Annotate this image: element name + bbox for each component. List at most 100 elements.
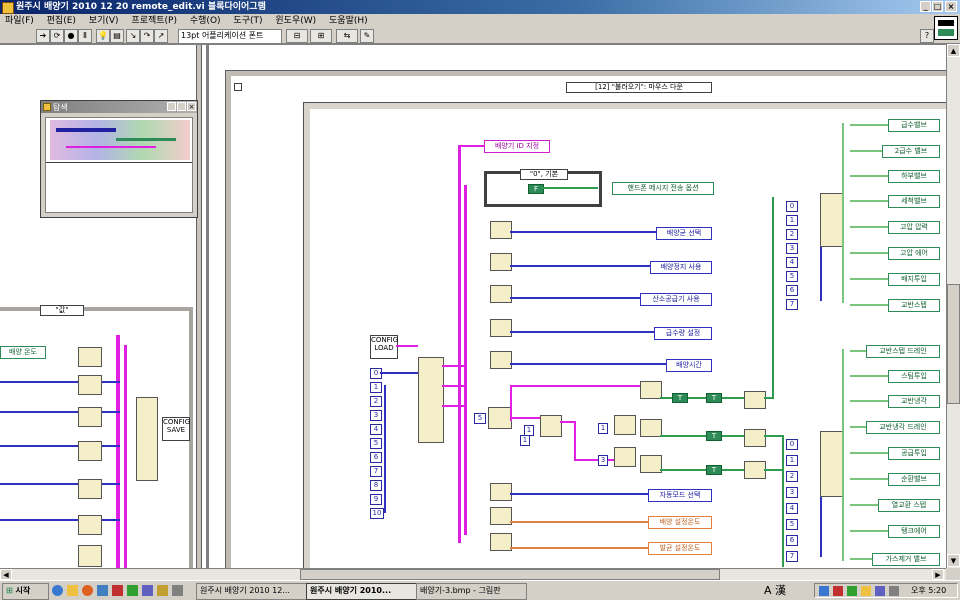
nav-close-icon[interactable]: × — [187, 102, 196, 111]
reorder-icon[interactable]: ⇆ — [336, 29, 358, 43]
abort-icon[interactable]: ● — [64, 29, 78, 43]
close-button[interactable]: × — [945, 1, 957, 12]
output-indicator[interactable]: 고압 압력 — [888, 221, 940, 234]
task-paint[interactable]: 배양기-3.bmp - 그림판 — [416, 583, 527, 600]
quicklaunch-app3-icon[interactable] — [142, 585, 153, 596]
index-constant[interactable]: 5 — [474, 413, 486, 424]
unbundle-node[interactable] — [418, 357, 444, 443]
scroll-up-icon[interactable]: ▲ — [947, 44, 960, 57]
task-blockdiagram[interactable]: 원주시 배양기 2010... — [306, 583, 417, 600]
pause-icon[interactable]: Ⅱ — [78, 29, 92, 43]
build-array-node[interactable] — [136, 397, 158, 481]
select-node[interactable] — [490, 533, 512, 551]
bool-constant[interactable]: T — [672, 393, 688, 403]
bool-constant[interactable]: T — [706, 465, 722, 475]
scroll-thumb[interactable] — [947, 284, 960, 404]
output-indicator[interactable]: 급수밸브 — [888, 119, 940, 132]
nav-max-icon[interactable] — [177, 102, 186, 111]
window-titlebar[interactable]: 원주시 배양기 2010 12 20 remote_edit.vi 블록다이어그… — [0, 0, 960, 14]
bundle-node[interactable] — [78, 441, 102, 461]
align-icon[interactable]: ⊟ — [286, 29, 308, 43]
index-constant[interactable]: 3 — [598, 455, 608, 466]
growth-temp-indicator[interactable]: 발균 설정온도 — [648, 542, 712, 555]
run-arrow-icon[interactable]: ➔ — [36, 29, 50, 43]
output-indicator[interactable]: 하부밸브 — [888, 170, 940, 183]
output-indicator[interactable]: 배지투입 — [888, 273, 940, 286]
quicklaunch-app4-icon[interactable] — [157, 585, 168, 596]
index-constant[interactable]: 1 — [598, 423, 608, 434]
bundle-node[interactable] — [78, 347, 102, 367]
select-node[interactable] — [490, 351, 512, 369]
menu-project[interactable]: 프로젝트(P) — [126, 14, 182, 28]
maximize-button[interactable]: □ — [932, 1, 943, 12]
bundle-node[interactable] — [78, 375, 102, 395]
index-constant[interactable]: 10 — [370, 508, 384, 519]
nav-min-icon[interactable] — [167, 102, 176, 111]
culture-temp-indicator[interactable]: 배양 설정온도 — [648, 516, 712, 529]
index-constant[interactable]: 5 — [370, 438, 382, 449]
config-save-subvi[interactable]: CONFIG SAVE — [162, 417, 190, 441]
index-constant[interactable]: 6 — [370, 452, 382, 463]
output-indicator[interactable]: 스팀투입 — [888, 370, 940, 383]
scroll-right-icon[interactable]: ▶ — [932, 569, 944, 580]
task-frontpanel[interactable]: 원주시 배양기 2010 12... — [196, 583, 307, 600]
bundle-node[interactable] — [78, 515, 102, 535]
tray-icon[interactable] — [889, 586, 899, 596]
build-array-node[interactable] — [744, 429, 766, 447]
index-constant[interactable]: 1 — [370, 382, 382, 393]
menu-help[interactable]: 도움말(H) — [324, 14, 373, 28]
index-constant[interactable]: 3 — [370, 410, 382, 421]
menu-tools[interactable]: 도구(T) — [228, 14, 267, 28]
menu-window[interactable]: 윈도우(W) — [270, 14, 321, 28]
ime-indicator[interactable]: A 漢 — [764, 583, 808, 598]
feed-select-indicator[interactable]: 배양균 선택 — [656, 227, 712, 240]
distribute-icon[interactable]: ⊞ — [310, 29, 332, 43]
event-selector[interactable]: [12] "불러오기": 마우스 다운 — [566, 82, 712, 93]
compare-node[interactable] — [540, 415, 562, 437]
quicklaunch-explorer-icon[interactable] — [67, 585, 78, 596]
tray-icon[interactable] — [875, 586, 885, 596]
run-continuous-icon[interactable]: ⟳ — [50, 29, 64, 43]
output-indicator[interactable]: 교반냉각 — [888, 395, 940, 408]
compare-node[interactable] — [614, 447, 636, 467]
auto-select-indicator[interactable]: 자동모드 선택 — [648, 489, 712, 502]
bool-constant[interactable]: T — [706, 393, 722, 403]
output-indicator[interactable]: 교반스텝 드레인 — [866, 345, 940, 358]
font-combo[interactable]: 13pt 어플리케이션 폰트 — [178, 29, 282, 44]
bundle-node[interactable] — [78, 545, 102, 567]
output-indicator[interactable]: 공급투입 — [888, 447, 940, 460]
vertical-scrollbar[interactable]: ▲ ▼ — [946, 44, 960, 568]
index-constant[interactable]: 8 — [370, 480, 382, 491]
retain-wire-values-icon[interactable]: ▤ — [110, 29, 124, 43]
output-indicator[interactable]: 고압 에어 — [888, 247, 940, 260]
build-array-node[interactable] — [744, 461, 766, 479]
bundle-node[interactable] — [78, 407, 102, 427]
quicklaunch-app-icon[interactable] — [112, 585, 123, 596]
diagram-canvas[interactable]: 탐색 × "값" 배양 온도 CONFIG SAVE [12] "불러오기": … — [0, 44, 946, 568]
tray-icon[interactable] — [819, 586, 829, 596]
index-constant[interactable]: 4 — [370, 424, 382, 435]
scroll-down-icon[interactable]: ▼ — [947, 554, 960, 567]
output-indicator[interactable]: 가스제거 밸브 — [872, 553, 940, 566]
oxygen-use-indicator[interactable]: 산소공급기 사용 — [640, 293, 712, 306]
quicklaunch-media-icon[interactable] — [82, 585, 93, 596]
scroll-left-icon[interactable]: ◀ — [0, 569, 12, 580]
select-node[interactable] — [640, 455, 662, 473]
horizontal-scrollbar[interactable]: ◀ ▶ — [0, 568, 946, 580]
select-node[interactable] — [490, 253, 512, 271]
scroll-h-thumb[interactable] — [300, 569, 720, 580]
id-setting-indicator[interactable]: 배양기 ID 지정 — [484, 140, 550, 153]
step-into-icon[interactable]: ↘ — [126, 29, 140, 43]
cleanup-icon[interactable]: ✎ — [360, 29, 374, 43]
index-constant[interactable]: 1 — [520, 435, 530, 446]
select-node[interactable] — [640, 419, 662, 437]
index-constant[interactable]: 9 — [370, 494, 382, 505]
minimize-button[interactable]: _ — [920, 1, 931, 12]
index-array-node[interactable] — [820, 431, 844, 497]
select-node[interactable] — [490, 319, 512, 337]
compare-node[interactable] — [488, 407, 512, 429]
quicklaunch-app2-icon[interactable] — [127, 585, 138, 596]
output-indicator[interactable]: 교반스텝 — [888, 299, 940, 312]
bool-constant[interactable]: T — [706, 431, 722, 441]
index-constant[interactable]: 2 — [370, 396, 382, 407]
